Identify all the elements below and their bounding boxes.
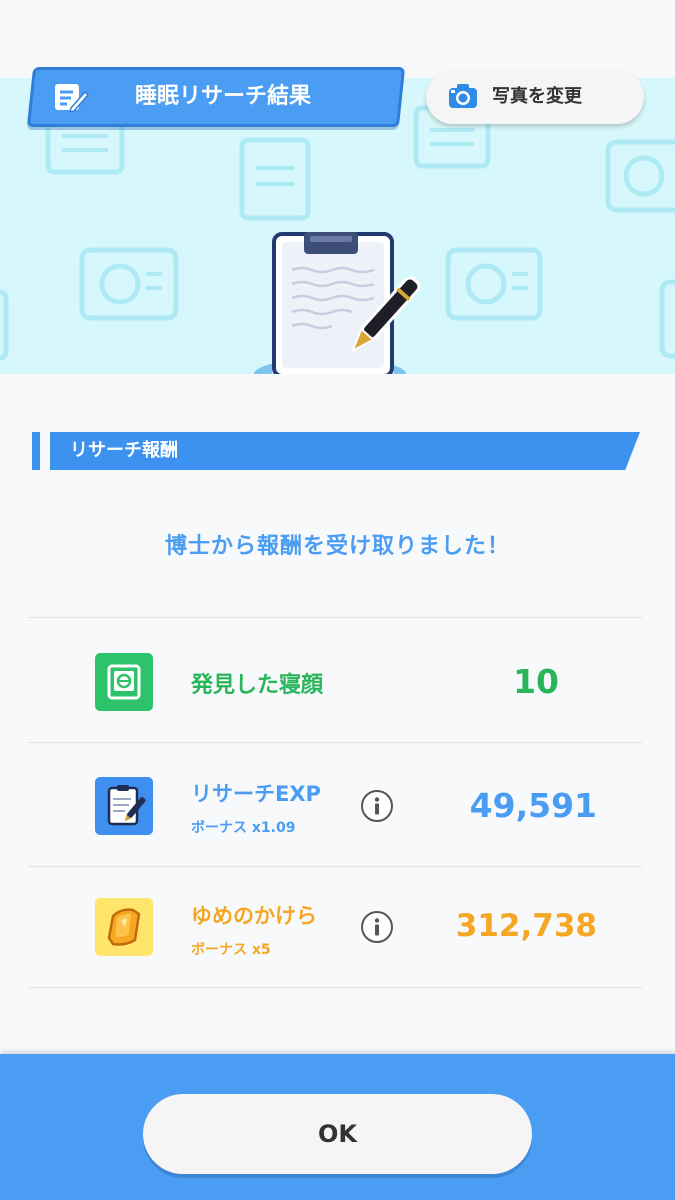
section-accent (32, 432, 40, 470)
info-icon[interactable] (360, 789, 394, 823)
reward-label: 発見した寝顔 (191, 673, 324, 698)
reward-label: リサーチEXP (191, 782, 321, 806)
change-photo-label: 写真を変更 (492, 86, 582, 107)
divider (28, 866, 642, 867)
page-title: 睡眠リサーチ結果 (134, 84, 311, 109)
research-reward-header: リサーチ報酬 (32, 432, 640, 472)
info-icon[interactable] (360, 910, 394, 944)
sleep-style-icon (95, 653, 153, 711)
reward-label: ゆめのかけら (191, 904, 317, 928)
divider (28, 987, 642, 988)
ok-button[interactable]: OK (143, 1094, 532, 1174)
reward-value: 10 (513, 662, 559, 701)
change-photo-button[interactable]: 写真を変更 (426, 70, 644, 124)
research-results-tab: 睡眠リサーチ結果 (26, 67, 406, 127)
reward-message: 博士から報酬を受け取りました！ (164, 534, 510, 559)
dream-shards-icon (95, 898, 153, 956)
clipboard-illustration (252, 228, 422, 374)
bonus-label: ボーナス x1.09 (191, 820, 296, 836)
camera-icon (448, 83, 478, 113)
section-title: リサーチ報酬 (70, 440, 178, 461)
reward-value: 49,591 (469, 786, 597, 825)
bonus-label: ボーナス x5 (191, 942, 271, 958)
divider (28, 742, 642, 743)
divider (28, 617, 642, 618)
reward-value: 312,738 (455, 908, 597, 944)
research-exp-icon (95, 777, 153, 835)
